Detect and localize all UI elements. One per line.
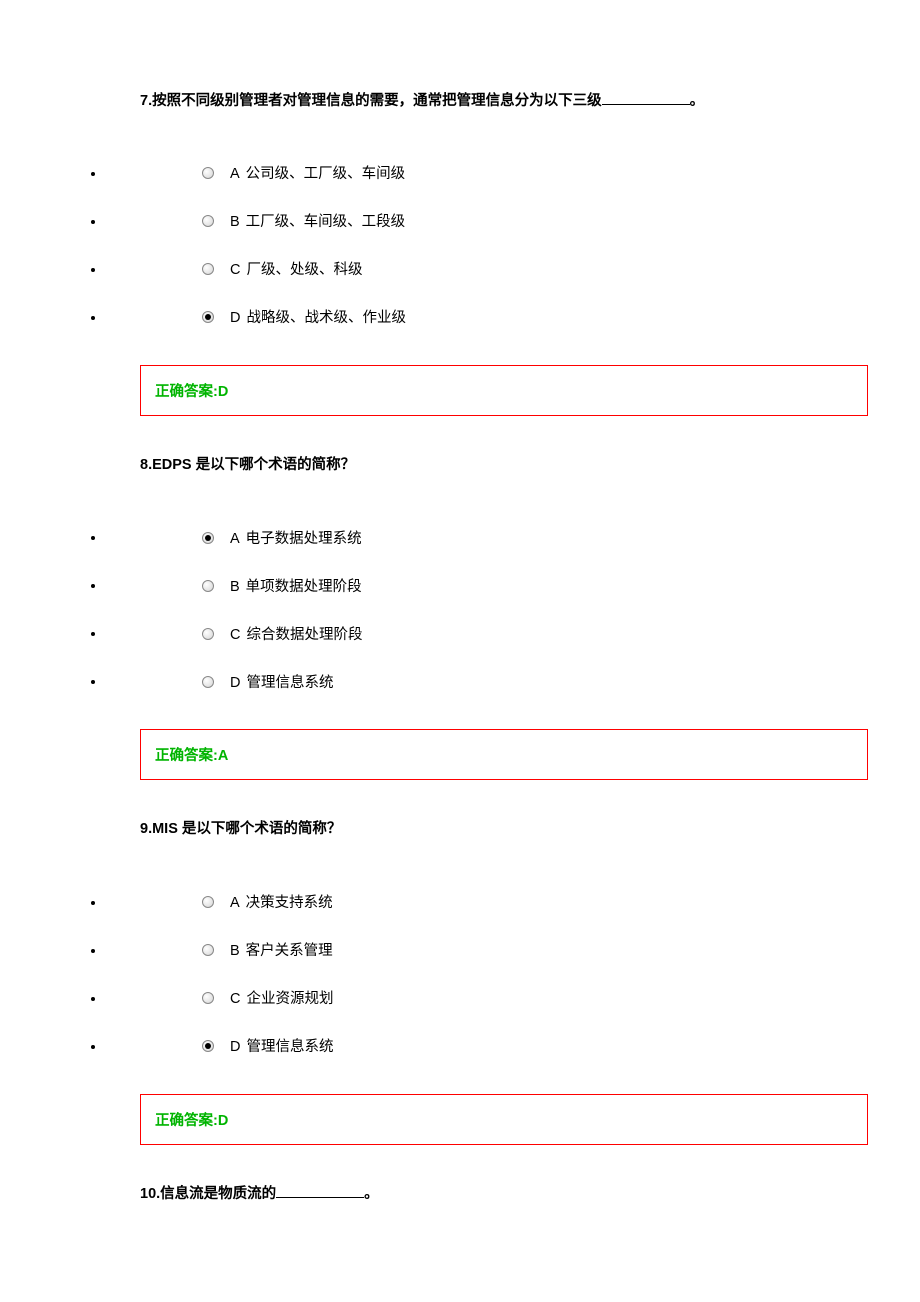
list-item: A电子数据处理系统 — [106, 513, 920, 561]
option-text: 企业资源规划 — [246, 975, 333, 1023]
question-number: 8. — [140, 457, 152, 473]
radio-selected-icon[interactable] — [202, 532, 214, 544]
answer-value: A — [218, 748, 228, 764]
question-7-options: A公司级、工厂级、车间级 B工厂级、车间级、工段级 C厂级、处级、科级 D战略级… — [0, 149, 920, 341]
list-item: C厂级、处级、科级 — [106, 245, 920, 293]
option-letter: C — [230, 611, 240, 659]
answer-label: 正确答案: — [155, 384, 218, 400]
option-letter: D — [230, 1023, 240, 1071]
list-item: D管理信息系统 — [106, 1022, 920, 1070]
question-8-stem: 8.EDPS 是以下哪个术语的简称？ — [140, 454, 920, 477]
option-text: 管理信息系统 — [246, 659, 333, 707]
option-text: 管理信息系统 — [246, 1023, 333, 1071]
answer-label: 正确答案: — [155, 1113, 218, 1129]
question-7-stem: 7.按照不同级别管理者对管理信息的需要，通常把管理信息分为以下三级 。 — [140, 90, 920, 113]
option-text: 综合数据处理阶段 — [246, 611, 362, 659]
list-item: C企业资源规划 — [106, 974, 920, 1022]
radio-unselected-icon[interactable] — [202, 944, 214, 956]
option-letter: B — [230, 198, 240, 246]
question-9-stem: 9.MIS 是以下哪个术语的简称？ — [140, 818, 920, 841]
answer-box: 正确答案:D — [140, 1094, 868, 1145]
option-text: 决策支持系统 — [246, 879, 333, 927]
question-number: 9. — [140, 821, 152, 837]
answer-value: D — [218, 1113, 228, 1129]
question-number: 10. — [140, 1186, 160, 1202]
option-text: 战略级、战术级、作业级 — [246, 294, 406, 342]
list-item: C综合数据处理阶段 — [106, 609, 920, 657]
stem-text-post: 。 — [364, 1186, 379, 1202]
stem-text-pre: 信息流是物质流的 — [160, 1186, 276, 1202]
question-8-options: A电子数据处理系统 B单项数据处理阶段 C综合数据处理阶段 D管理信息系统 — [0, 513, 920, 705]
option-text: 公司级、工厂级、车间级 — [246, 150, 406, 198]
option-text: 厂级、处级、科级 — [246, 246, 362, 294]
answer-box: 正确答案:D — [140, 365, 868, 416]
radio-unselected-icon[interactable] — [202, 676, 214, 688]
answer-box: 正确答案:A — [140, 729, 868, 780]
blank — [602, 91, 690, 106]
radio-unselected-icon[interactable] — [202, 263, 214, 275]
stem-text-pre: 按照不同级别管理者对管理信息的需要，通常把管理信息分为以下三级 — [152, 93, 602, 109]
option-letter: B — [230, 927, 240, 975]
option-text: 单项数据处理阶段 — [246, 563, 362, 611]
list-item: B客户关系管理 — [106, 926, 920, 974]
question-10-stem: 10.信息流是物质流的 。 — [140, 1183, 920, 1206]
option-letter: B — [230, 563, 240, 611]
option-letter: D — [230, 659, 240, 707]
option-letter: C — [230, 975, 240, 1023]
option-letter: D — [230, 294, 240, 342]
option-letter: A — [230, 879, 240, 927]
radio-unselected-icon[interactable] — [202, 167, 214, 179]
list-item: D战略级、战术级、作业级 — [106, 293, 920, 341]
stem-text-pre: MIS 是以下哪个术语的简称？ — [152, 821, 341, 837]
radio-unselected-icon[interactable] — [202, 215, 214, 227]
radio-selected-icon[interactable] — [202, 1040, 214, 1052]
answer-label: 正确答案: — [155, 748, 218, 764]
radio-unselected-icon[interactable] — [202, 992, 214, 1004]
radio-unselected-icon[interactable] — [202, 580, 214, 592]
radio-unselected-icon[interactable] — [202, 628, 214, 640]
option-text: 工厂级、车间级、工段级 — [246, 198, 406, 246]
stem-text-post: 。 — [690, 93, 705, 109]
question-number: 7. — [140, 93, 152, 109]
radio-selected-icon[interactable] — [202, 311, 214, 323]
option-text: 电子数据处理系统 — [246, 515, 362, 563]
blank — [276, 1183, 364, 1198]
radio-unselected-icon[interactable] — [202, 896, 214, 908]
answer-value: D — [218, 384, 228, 400]
list-item: D管理信息系统 — [106, 657, 920, 705]
list-item: A公司级、工厂级、车间级 — [106, 149, 920, 197]
list-item: B工厂级、车间级、工段级 — [106, 197, 920, 245]
option-letter: C — [230, 246, 240, 294]
option-text: 客户关系管理 — [246, 927, 333, 975]
list-item: A决策支持系统 — [106, 878, 920, 926]
stem-text-pre: EDPS 是以下哪个术语的简称？ — [152, 457, 355, 473]
list-item: B单项数据处理阶段 — [106, 561, 920, 609]
page: 7.按照不同级别管理者对管理信息的需要，通常把管理信息分为以下三级。 A公司级、… — [0, 0, 920, 1302]
option-letter: A — [230, 515, 240, 563]
option-letter: A — [230, 150, 240, 198]
question-9-options: A决策支持系统 B客户关系管理 C企业资源规划 D管理信息系统 — [0, 878, 920, 1070]
